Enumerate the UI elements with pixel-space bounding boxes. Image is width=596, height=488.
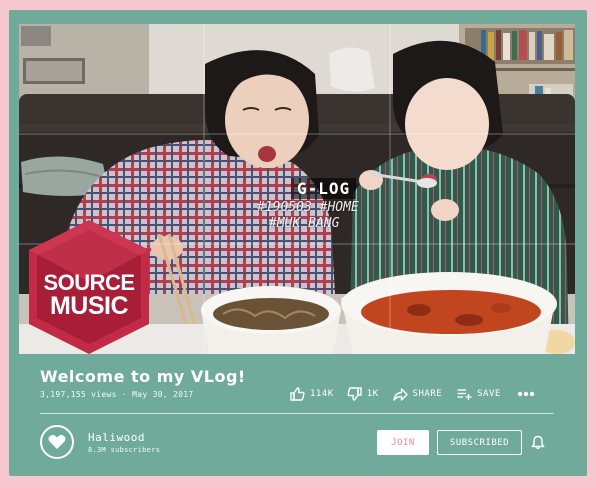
- action-bar: 114K 1K SHARE SAVE: [290, 385, 535, 403]
- subscribed-button[interactable]: SUBSCRIBED: [437, 430, 522, 455]
- vlog-overlay-tag: #MUK BANG: [269, 216, 340, 231]
- share-label: SHARE: [412, 389, 443, 399]
- playlist-add-icon: [457, 389, 472, 400]
- meta-separator: ·: [116, 390, 133, 399]
- heart-icon: [48, 435, 66, 449]
- vlog-overlay-title: G-LOG: [291, 178, 357, 199]
- thumbs-up-icon: [290, 387, 305, 401]
- dislike-button[interactable]: 1K: [347, 387, 379, 401]
- like-button[interactable]: 114K: [290, 387, 334, 401]
- join-button[interactable]: JOIN: [377, 430, 429, 455]
- share-icon: [392, 387, 408, 401]
- more-options-button[interactable]: [517, 391, 535, 397]
- more-icon: [517, 391, 535, 397]
- video-card: G-LOG #190503 #HOME #MUK BANG SOURCE MUS…: [9, 10, 587, 476]
- vlog-overlay-tag: #190503 #HOME: [257, 200, 359, 215]
- channel-avatar[interactable]: [40, 425, 74, 459]
- video-title: Welcome to my VLog!: [40, 367, 246, 386]
- upload-date: May 30, 2017: [132, 390, 194, 399]
- thumbs-down-icon: [347, 387, 362, 401]
- video-meta: 3,197,155 views · May 30, 2017: [40, 390, 194, 399]
- bell-icon[interactable]: [531, 435, 545, 450]
- logo-text-music: MUSIC: [49, 292, 129, 320]
- subscriber-count: 8.3M subscribers: [88, 446, 161, 454]
- video-player[interactable]: G-LOG #190503 #HOME #MUK BANG SOURCE MUS…: [19, 24, 575, 354]
- view-count: 3,197,155 views: [40, 390, 117, 399]
- divider: [40, 413, 554, 414]
- channel-name[interactable]: Haliwood: [88, 431, 145, 444]
- like-count: 114K: [310, 389, 334, 399]
- save-label: SAVE: [477, 389, 501, 399]
- dislike-count: 1K: [366, 389, 379, 399]
- share-button[interactable]: SHARE: [392, 387, 443, 401]
- save-button[interactable]: SAVE: [457, 388, 501, 400]
